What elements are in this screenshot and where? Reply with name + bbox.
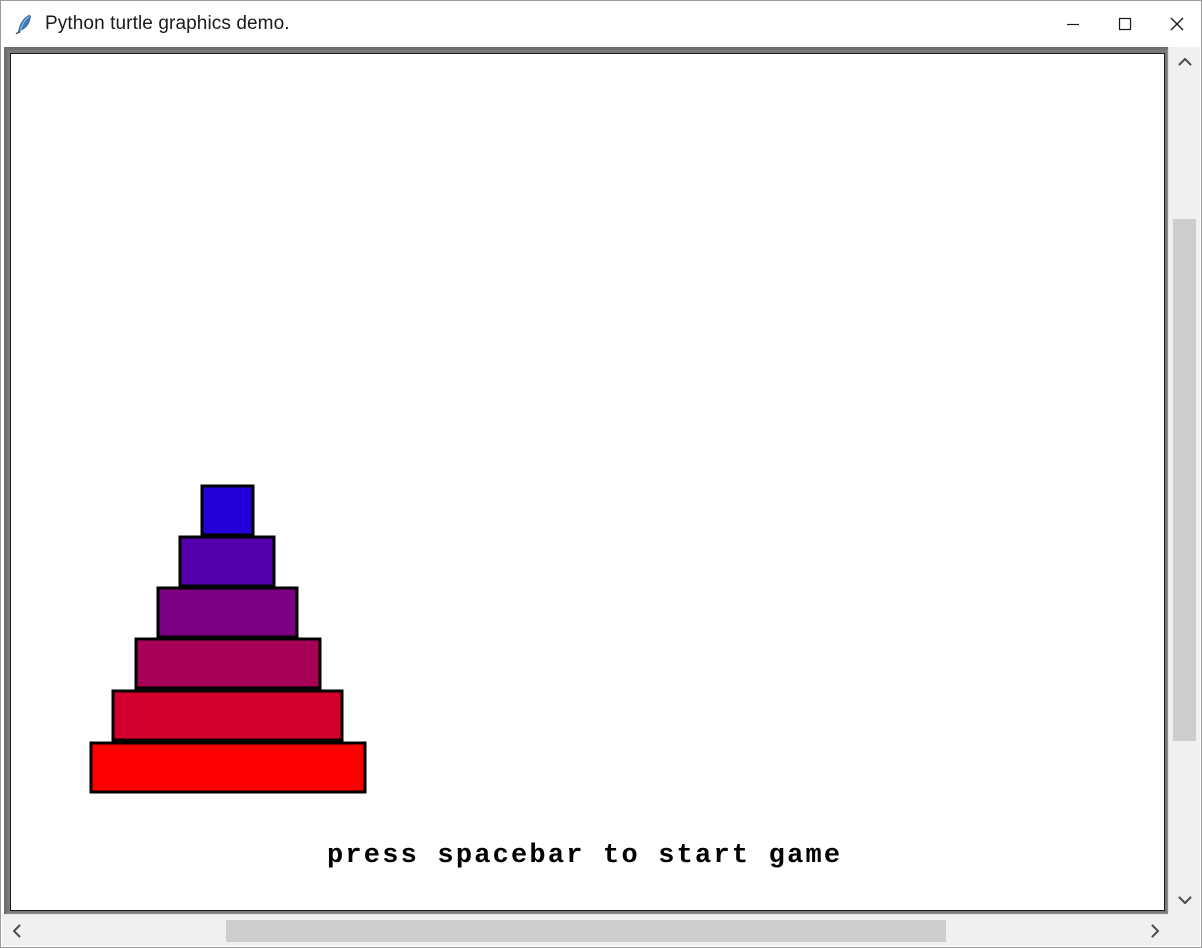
scroll-down-button[interactable] [1169,885,1200,915]
title-bar[interactable]: Python turtle graphics demo. [1,1,1201,47]
horizontal-scrollbar[interactable] [2,914,1170,946]
vertical-scrollbar-thumb[interactable] [1173,219,1196,741]
scroll-up-button[interactable] [1169,47,1200,77]
chevron-down-icon [1177,896,1192,905]
pyramid-block-2 [178,535,276,588]
window-controls [1047,1,1201,47]
scroll-right-button[interactable] [1140,915,1170,946]
close-icon [1170,17,1184,31]
turtle-graphics-window: Python turtle graphics demo. press space… [0,0,1202,948]
scroll-left-button[interactable] [2,915,32,946]
maximize-icon [1118,17,1132,31]
start-game-message: press spacebar to start game [327,841,842,871]
horizontal-scrollbar-thumb[interactable] [226,920,946,942]
turtle-drawing: press spacebar to start game [89,484,842,871]
chevron-up-icon [1177,57,1192,66]
chevron-left-icon [12,923,21,938]
close-button[interactable] [1151,1,1201,47]
turtle-canvas-area[interactable]: press spacebar to start game [10,53,1165,911]
maximize-button[interactable] [1099,1,1151,47]
canvas-frame: press spacebar to start game [4,47,1169,915]
window-title: Python turtle graphics demo. [45,13,290,34]
python-feather-icon [15,14,31,35]
pyramid-block-6-bottom [89,741,367,794]
pyramid-block-5 [111,689,344,742]
minimize-button[interactable] [1047,1,1099,47]
pyramid-block-3 [156,586,299,639]
pyramid-block-1-top [200,484,255,537]
vertical-scrollbar[interactable] [1168,47,1200,915]
scrollbar-corner [1168,914,1200,946]
minimize-icon [1067,23,1079,26]
pyramid-block-4 [134,637,322,690]
chevron-right-icon [1151,923,1160,938]
